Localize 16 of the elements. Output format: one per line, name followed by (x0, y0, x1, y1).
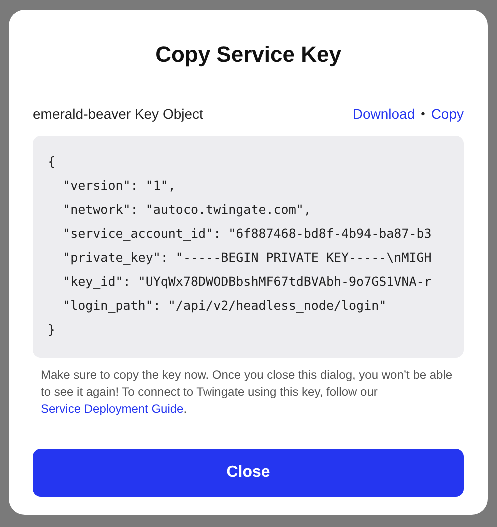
copy-link[interactable]: Copy (431, 104, 464, 124)
service-deployment-guide-link[interactable]: Service Deployment Guide (41, 402, 184, 416)
code-line: "network": "autoco.twingate.com", (62, 201, 312, 219)
code-line: } (48, 321, 56, 339)
code-line: "login_path": "/api/v2/headless_node/login" (62, 297, 387, 315)
code-line: { (48, 153, 56, 171)
code-line: "service_account_id": "6f887468-bd8f-4b94-ba87-b3 (62, 225, 432, 243)
code-line: "key_id": "UYqWx78DWODBbshMF67tdBVAbh-9o7GS1VNA-r (62, 273, 432, 291)
separator-dot: • (421, 106, 426, 123)
download-link[interactable]: Download (352, 104, 416, 124)
close-button[interactable]: Close (33, 449, 464, 497)
key-object-label: emerald-beaver Key Object (33, 104, 204, 124)
code-line: "private_key": "-----BEGIN PRIVATE KEY-----\nMIGH (62, 249, 432, 267)
code-line: "version": "1", (62, 177, 176, 195)
dialog-title: Copy Service Key (154, 41, 342, 69)
key-warning-text: Make sure to copy the key now. Once you close this dialog, you won’t be able to see it again! To connect to Twingate using this key, follow our Service Deployment Guide. (40, 367, 454, 418)
